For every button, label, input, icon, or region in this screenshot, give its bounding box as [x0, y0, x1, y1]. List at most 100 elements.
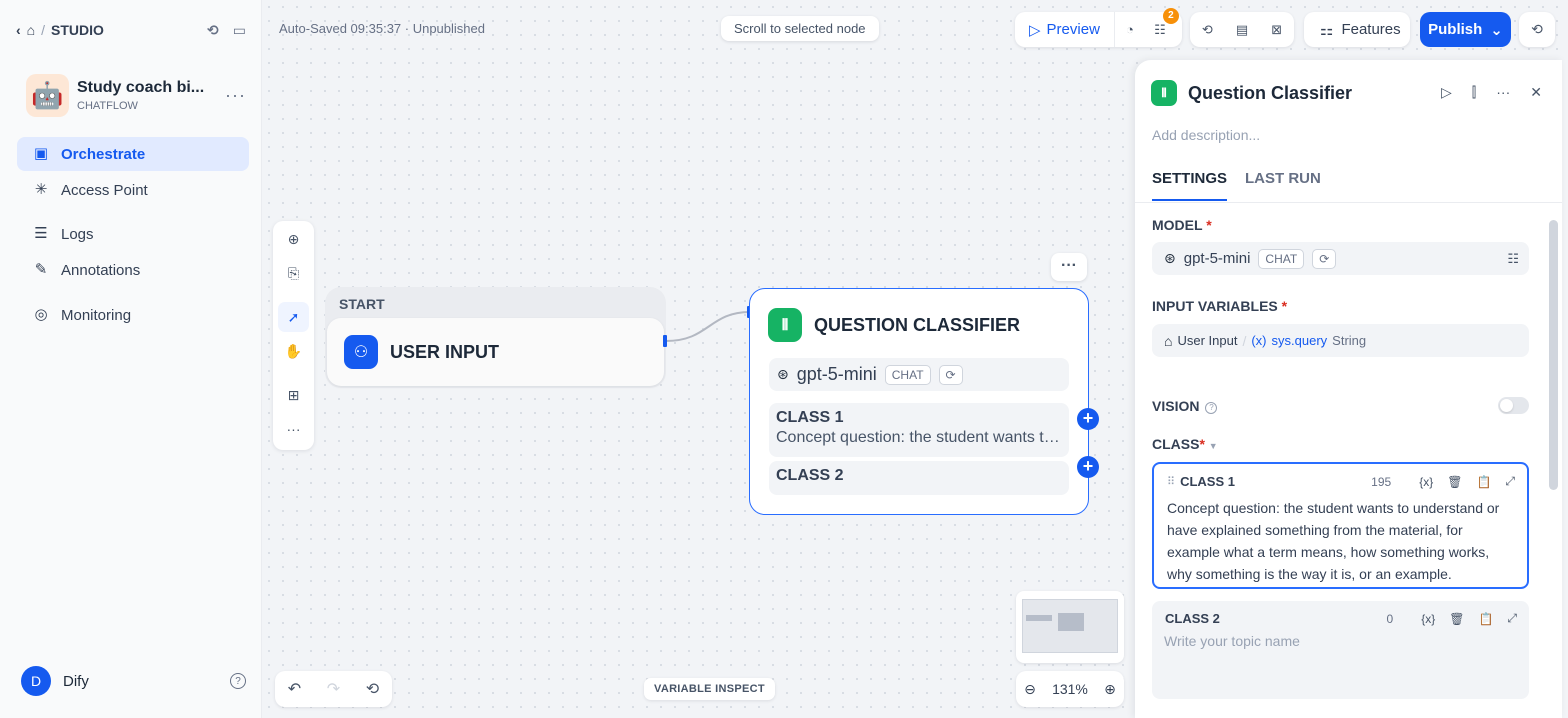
expand-icon[interactable]: ⤢: [1505, 474, 1515, 489]
organize-blocks-icon[interactable]: ⊞: [278, 380, 309, 410]
model-params-icon[interactable]: ☷: [1507, 251, 1519, 267]
monitoring-icon: ◎: [34, 306, 48, 323]
checklist-badge: 2: [1162, 7, 1179, 24]
start-node-label: START: [339, 296, 385, 312]
class-description-input[interactable]: Concept question: the student wants to u…: [1167, 497, 1515, 585]
copy-icon[interactable]: 📋: [1476, 475, 1491, 489]
undo-redo-toolbar: ↶ ↷ ⟲: [275, 671, 392, 707]
more-icon[interactable]: ···: [278, 414, 309, 444]
panel-title[interactable]: Question Classifier: [1188, 83, 1352, 104]
node-settings-panel: ⫴ Question Classifier ▷ ⫿ ··· ✕ Add desc…: [1135, 60, 1562, 718]
refresh-icon[interactable]: ⟲: [207, 22, 219, 39]
model-settings-icon: ⟳: [938, 364, 963, 385]
vision-toggle[interactable]: [1498, 397, 1529, 414]
sidebar-item-label: Annotations: [61, 261, 141, 279]
sidebar-item-access-point[interactable]: ✳ Access Point: [17, 173, 249, 207]
chevron-down-icon: ⌄: [1490, 21, 1503, 39]
delete-icon[interactable]: 🗑: [1447, 475, 1462, 489]
zoom-out-icon[interactable]: ⊖: [1024, 681, 1036, 698]
connection-edge: [665, 311, 751, 342]
class-name: CLASS 1: [1180, 474, 1235, 489]
home-icon[interactable]: ⌂: [27, 22, 35, 38]
breadcrumb-separator: /: [41, 22, 46, 38]
close-icon[interactable]: ✕: [1530, 84, 1542, 101]
env-toolbar: ⟲ ▤ ⊠: [1190, 12, 1294, 47]
input-var-source: User Input: [1177, 333, 1238, 348]
vision-label: VISION?: [1152, 398, 1218, 414]
run-node-icon[interactable]: ▷: [1441, 84, 1452, 101]
publish-label: Publish: [1428, 21, 1483, 38]
features-button[interactable]: ⚏ Features: [1304, 12, 1410, 47]
path-separator: /: [1242, 332, 1247, 349]
help-icon[interactable]: ?: [230, 673, 246, 689]
sidebar-item-label: Monitoring: [61, 306, 132, 324]
expand-icon[interactable]: ⤢: [1507, 611, 1517, 626]
tab-settings[interactable]: SETTINGS: [1152, 170, 1228, 201]
breadcrumb-studio[interactable]: STUDIO: [51, 22, 104, 38]
sidebar-item-monitoring[interactable]: ◎ Monitoring: [17, 298, 249, 332]
minimap[interactable]: [1016, 591, 1124, 663]
node-more-button[interactable]: ···: [1051, 253, 1087, 281]
preview-toolbar: ▷ Preview ◔ ☷ 2: [1015, 7, 1182, 47]
sidebar-item-orchestrate[interactable]: ▣ Orchestrate: [17, 137, 249, 171]
version-history-icon[interactable]: ⟲: [1519, 12, 1555, 47]
more-icon[interactable]: ···: [225, 85, 246, 106]
variable-inspect-button[interactable]: VARIABLE INSPECT: [644, 678, 775, 700]
add-next-node-class2[interactable]: +: [1077, 456, 1099, 478]
zoom-level[interactable]: 131%: [1052, 681, 1088, 697]
add-next-node-class1[interactable]: +: [1077, 408, 1099, 430]
input-variable-selector[interactable]: ⌂ User Input / (x) sys.query String: [1152, 324, 1529, 357]
panel-scrollbar[interactable]: [1549, 220, 1558, 490]
env-icon[interactable]: ▤: [1227, 22, 1257, 38]
help-doc-icon[interactable]: ⫿: [1472, 84, 1476, 101]
breadcrumb: ‹ ⌂ / STUDIO ⟲ ▭: [16, 18, 246, 42]
zoom-in-icon[interactable]: ⊕: [1104, 681, 1116, 698]
add-node-icon[interactable]: ⊕: [278, 224, 309, 254]
model-label: MODEL *: [1152, 217, 1212, 233]
start-output-handle[interactable]: [663, 335, 667, 347]
canvas-toolbar: ⊕ ⎘ ➚ ✋ ⊞ ···: [273, 221, 314, 450]
checklist-icon[interactable]: ☷ 2: [1145, 7, 1179, 38]
sidebar-item-label: Access Point: [61, 181, 148, 199]
more-icon[interactable]: ···: [1496, 84, 1510, 101]
model-selector[interactable]: ⊛ gpt-5-mini CHAT ⟳ ☷: [1152, 242, 1529, 275]
description-input[interactable]: Add description...: [1152, 127, 1260, 143]
user-account[interactable]: D Dify ?: [21, 666, 246, 696]
history-icon[interactable]: ⟲: [366, 679, 379, 699]
run-history-icon[interactable]: ◔: [1115, 22, 1145, 37]
model-tag: CHAT: [1258, 248, 1305, 269]
collapse-sidebar-icon[interactable]: ▭: [233, 22, 246, 39]
play-icon: ▷: [1029, 21, 1041, 39]
undo-icon[interactable]: ↶: [288, 679, 301, 699]
help-icon: ?: [1205, 402, 1218, 414]
delete-icon[interactable]: 🗑: [1449, 612, 1464, 626]
redo-icon[interactable]: ↷: [327, 679, 340, 699]
app-card[interactable]: 🤖 Study coach bi... CHATFLOW ···: [26, 73, 246, 117]
conversation-vars-icon[interactable]: ⟲: [1192, 22, 1222, 38]
copy-icon[interactable]: 📋: [1478, 612, 1493, 626]
preview-button[interactable]: ▷ Preview: [1015, 12, 1115, 47]
qc-model-name: gpt-5-mini: [796, 364, 877, 384]
char-count: 195: [1371, 474, 1392, 489]
start-node[interactable]: START ⚇ USER INPUT: [325, 287, 666, 388]
insert-variable-icon[interactable]: {x}: [1419, 475, 1433, 489]
sidebar-item-annotations[interactable]: ✎ Annotations: [17, 253, 249, 287]
tab-last-run[interactable]: LAST RUN: [1245, 170, 1321, 201]
question-classifier-node[interactable]: ⫴ QUESTION CLASSIFIER ⊛ gpt-5-mini CHAT …: [749, 288, 1089, 515]
back-icon[interactable]: ‹: [16, 22, 21, 38]
insert-variable-icon[interactable]: {x}: [1421, 612, 1435, 626]
scroll-to-selected-button[interactable]: Scroll to selected node: [721, 16, 879, 41]
sidebar-item-logs[interactable]: ☰ Logs: [17, 217, 249, 251]
qc-class-item: CLASS 1 Concept question: the student wa…: [769, 403, 1069, 457]
pointer-mode-icon[interactable]: ➚: [278, 302, 309, 332]
orchestrate-icon: ▣: [33, 145, 49, 162]
hand-mode-icon[interactable]: ✋: [278, 336, 309, 366]
global-vars-icon[interactable]: ⊠: [1262, 22, 1292, 38]
add-note-icon[interactable]: ⎘: [278, 258, 309, 288]
class-item-editor[interactable]: CLASS 2 0 {x} 🗑 📋 ⤢ Write your topic nam…: [1152, 601, 1529, 699]
qc-model-chip: ⊛ gpt-5-mini CHAT ⟳: [769, 358, 1069, 391]
class-description-input[interactable]: Write your topic name: [1164, 633, 1300, 649]
class-item-editor[interactable]: ⠿ CLASS 1 195 {x} 🗑 📋 ⤢ Concept question…: [1152, 462, 1529, 589]
publish-button[interactable]: Publish ⌄: [1420, 12, 1511, 47]
drag-handle-icon[interactable]: ⠿: [1167, 475, 1175, 488]
